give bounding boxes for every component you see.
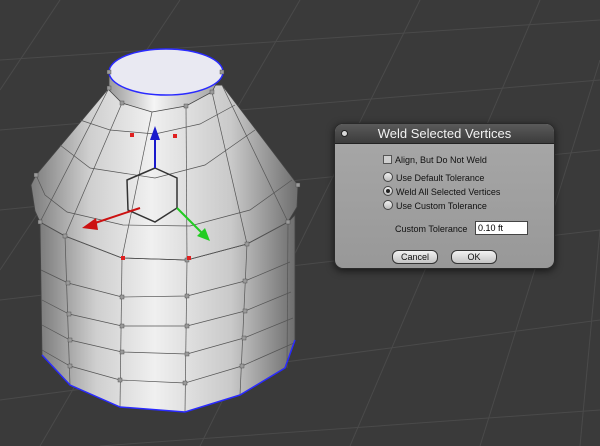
radio-custom-tolerance-button[interactable]	[383, 200, 393, 210]
dialog-titlebar[interactable]: Weld Selected Vertices	[335, 124, 554, 144]
mesh-object[interactable]	[30, 48, 301, 413]
align-checkbox-label: Align, But Do Not Weld	[395, 155, 487, 165]
ok-button[interactable]: OK	[451, 250, 497, 264]
align-checkbox[interactable]	[383, 155, 392, 164]
radio-weld-all-label: Weld All Selected Vertices	[396, 187, 501, 197]
cancel-button[interactable]: Cancel	[392, 250, 438, 264]
radio-weld-all-button[interactable]	[383, 186, 393, 196]
align-checkbox-row[interactable]: Align, But Do Not Weld	[383, 154, 487, 166]
radio-default-tolerance[interactable]: Use Default Tolerance	[383, 172, 484, 184]
mesh-top-cap	[108, 48, 224, 96]
radio-custom-tolerance-label: Use Custom Tolerance	[396, 201, 487, 211]
radio-custom-tolerance[interactable]: Use Custom Tolerance	[383, 200, 487, 212]
custom-tolerance-label: Custom Tolerance	[395, 224, 468, 234]
radio-default-tolerance-label: Use Default Tolerance	[396, 173, 485, 183]
weld-vertices-dialog: Weld Selected Vertices Align, But Do Not…	[334, 123, 555, 269]
radio-weld-all[interactable]: Weld All Selected Vertices	[383, 186, 500, 198]
dialog-title: Weld Selected Vertices	[377, 126, 512, 141]
custom-tolerance-input[interactable]: 0.10 ft	[475, 221, 528, 235]
radio-default-tolerance-button[interactable]	[383, 172, 393, 182]
